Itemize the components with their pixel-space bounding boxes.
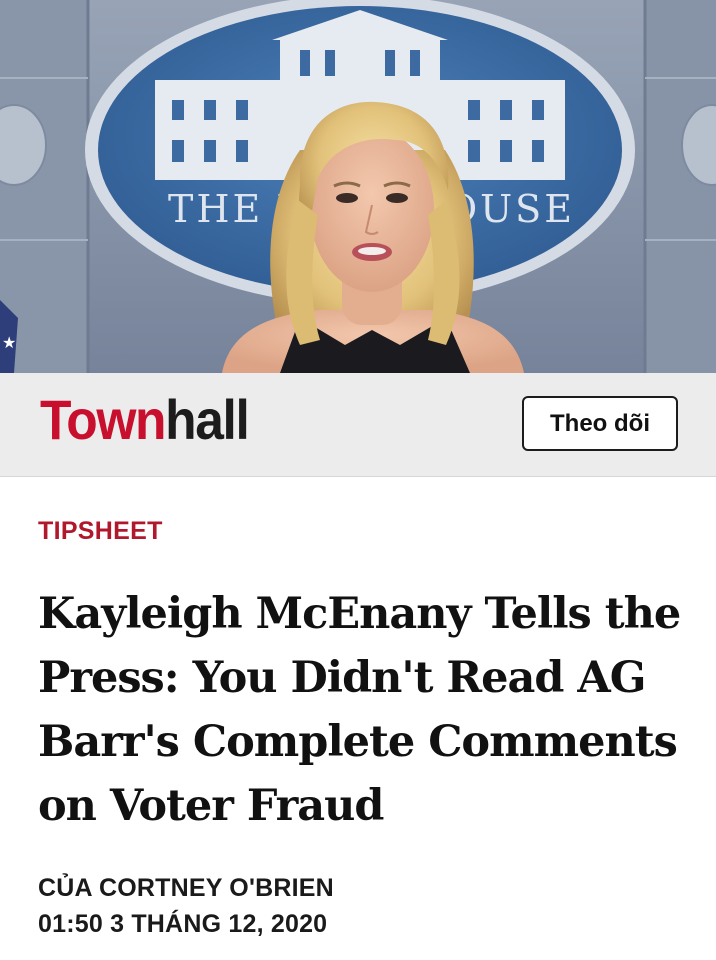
logo-hall: hall — [165, 388, 250, 451]
logo-town: Town — [40, 388, 167, 451]
follow-button[interactable]: Theo dõi — [522, 396, 678, 451]
publish-date: 01:50 3 THÁNG 12, 2020 — [38, 910, 328, 938]
townhall-logo[interactable]: Townhall — [40, 392, 250, 448]
svg-text:★: ★ — [2, 333, 16, 352]
byline-author: CỦA CORTNEY O'BRIEN — [38, 874, 334, 902]
article-title[interactable]: Kayleigh McEnany Tells the Press: You Di… — [38, 582, 688, 838]
article-hero-image[interactable]: ★ THE W OUSE — [0, 0, 716, 373]
section-tag[interactable]: TIPSHEET — [38, 517, 163, 546]
article-meta: CỦA CORTNEY O'BRIEN 01:50 3 THÁNG 12, 20… — [38, 870, 334, 942]
press-briefing-photo: ★ THE W OUSE — [0, 0, 716, 373]
